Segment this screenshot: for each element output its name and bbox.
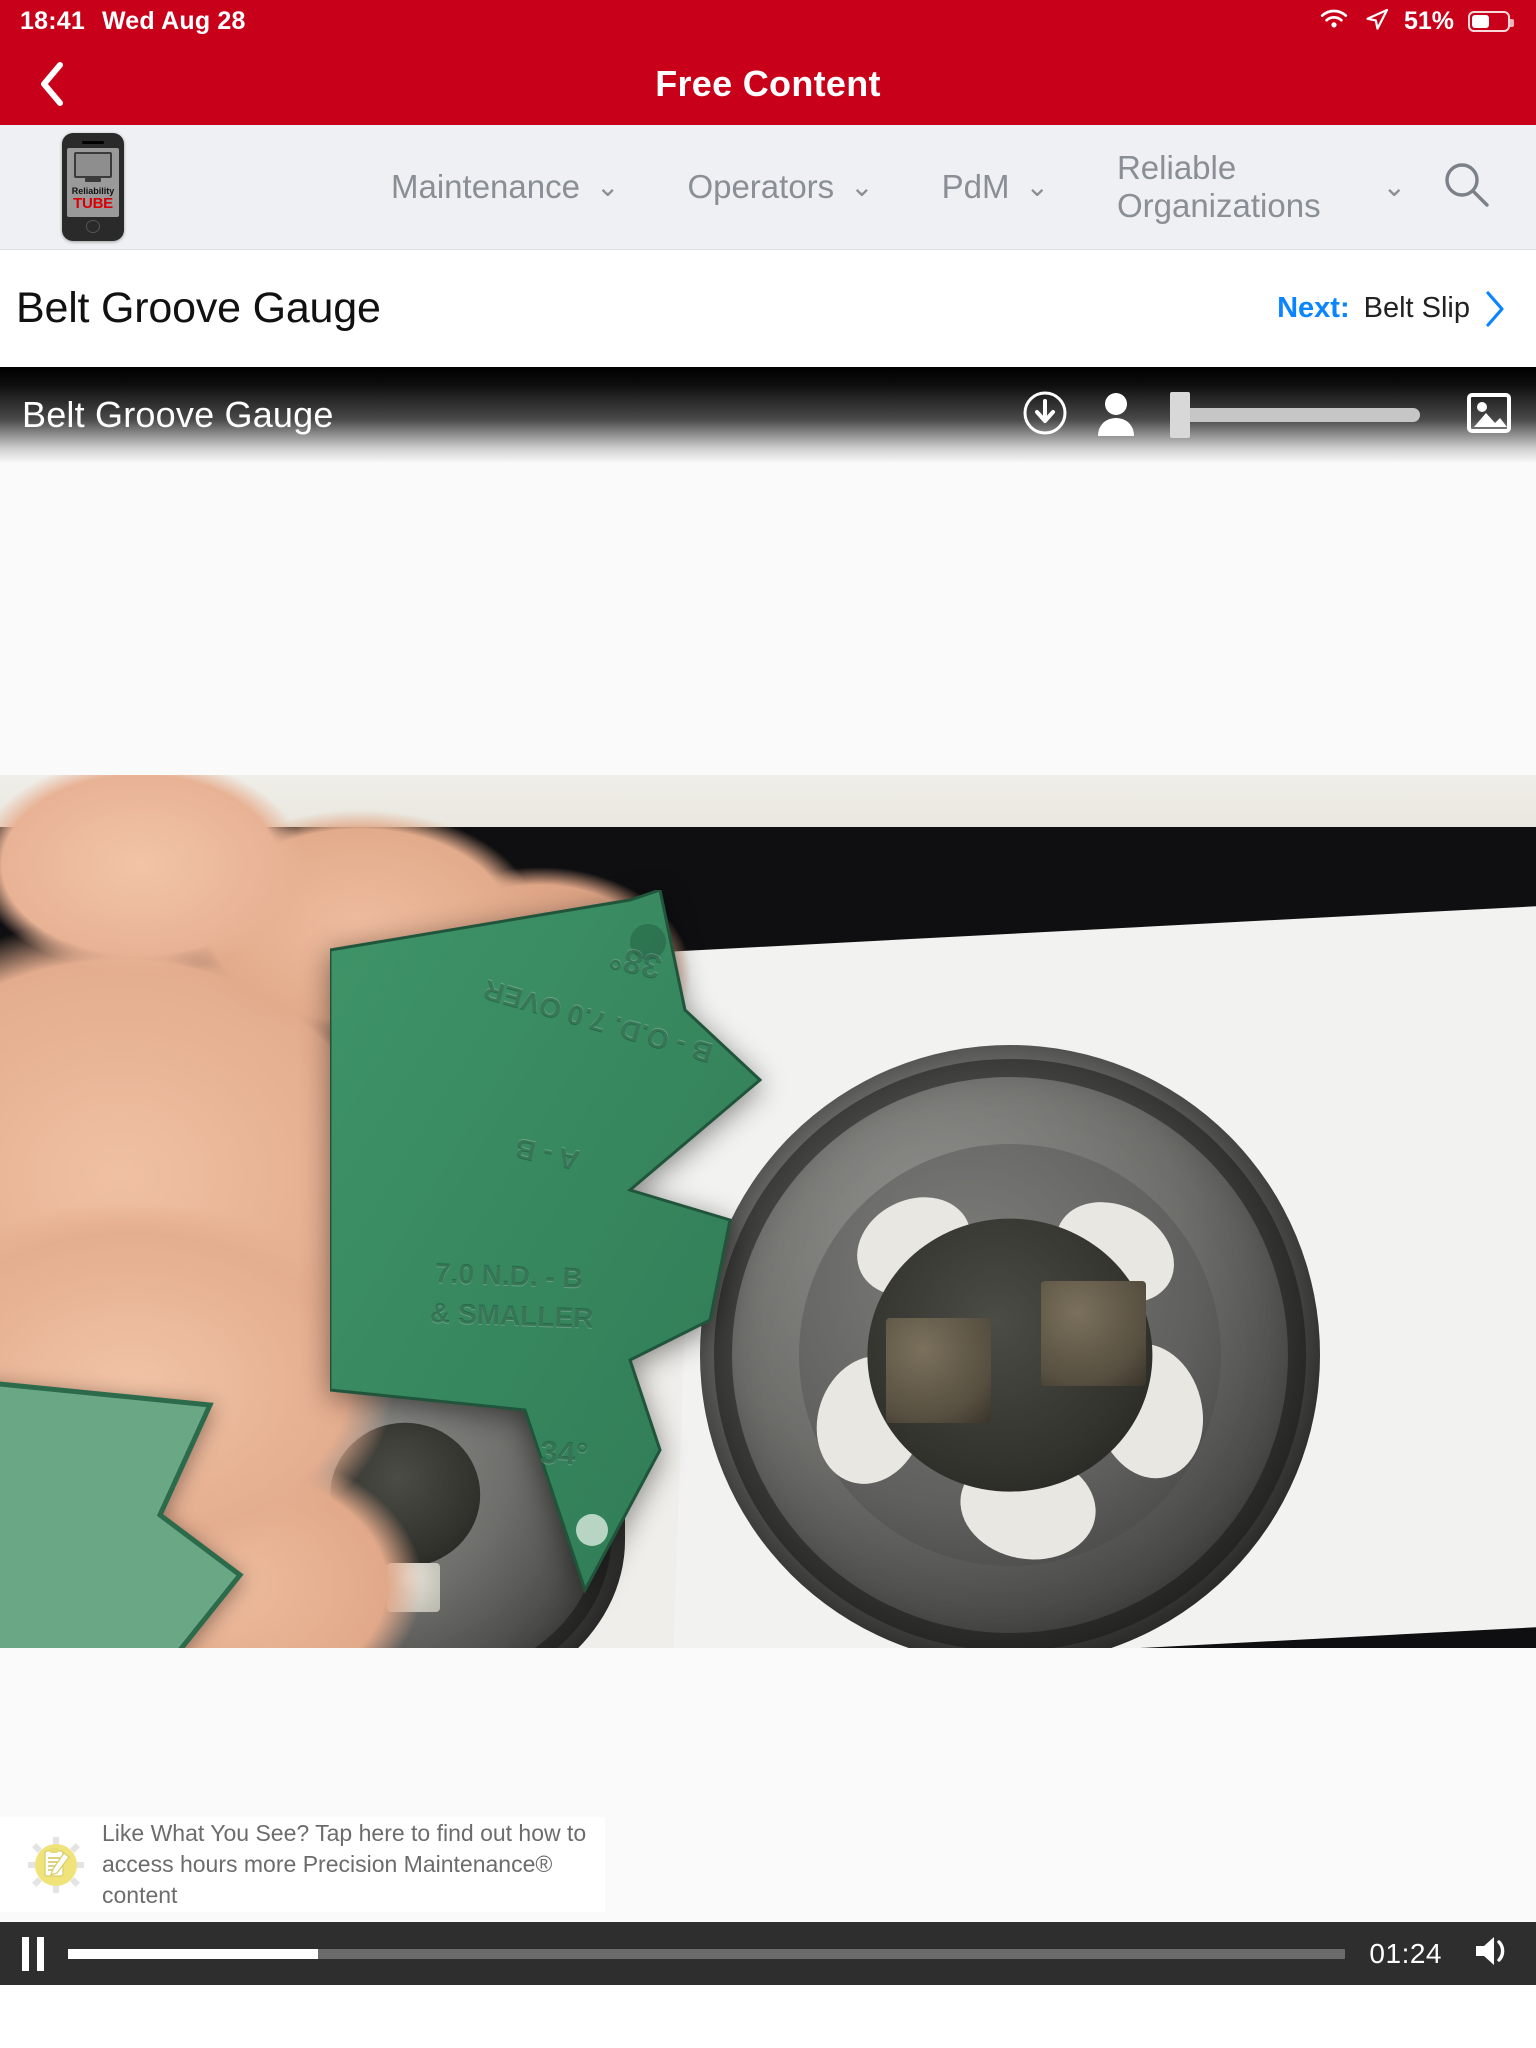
pause-bar-right (37, 1936, 44, 1971)
site-navigation: Reliability TUBE Maintenance ⌄ Operators… (0, 125, 1536, 250)
video-overlay-controls (1022, 390, 1512, 441)
chevron-left-icon (37, 61, 67, 107)
nav-item-label: Operators (687, 168, 835, 205)
phone-notch (82, 141, 104, 144)
nav-item-label: PdM (941, 168, 1010, 205)
chevron-right-icon (1484, 290, 1506, 328)
status-date: Wed Aug 28 (101, 6, 246, 35)
nav-item-label: Reliable Organizations (1116, 149, 1321, 224)
page-title: Belt Groove Gauge (16, 284, 381, 332)
video-title: Belt Groove Gauge (22, 394, 334, 435)
video-overlay-bar: Belt Groove Gauge (0, 367, 1536, 463)
player-controls: 01:24 (0, 1922, 1536, 1985)
chevron-down-icon: ⌄ (850, 171, 874, 202)
status-time: 18:41 (20, 6, 85, 35)
gauge-marking-34: 34° (539, 1433, 590, 1473)
nav-items: Maintenance ⌄ Operators ⌄ PdM ⌄ Reliable… (357, 149, 1440, 225)
status-bar-right: 51% (1318, 6, 1514, 36)
nav-item-reliable-organizations[interactable]: Reliable Organizations ⌄ (1083, 149, 1440, 225)
next-video-link[interactable]: Next: Belt Slip (1277, 290, 1506, 328)
content-title-row: Belt Groove Gauge Next: Belt Slip (0, 250, 1536, 367)
belt-groove-gauge-secondary (0, 1375, 330, 1648)
promo-banner[interactable]: Like What You See? Tap here to find out … (0, 1817, 605, 1912)
app-header: Free Content (0, 42, 1536, 125)
slider-track (1180, 408, 1420, 422)
logo-screen: Reliability TUBE (67, 147, 119, 218)
nav-item-operators[interactable]: Operators ⌄ (653, 168, 907, 206)
download-button[interactable] (1022, 390, 1068, 441)
progress-fill (68, 1948, 319, 1959)
chevron-down-icon: ⌄ (1025, 171, 1049, 202)
reliability-tube-logo[interactable]: Reliability TUBE (62, 133, 124, 241)
brightness-slider[interactable] (1170, 392, 1420, 438)
app-header-title: Free Content (655, 62, 881, 104)
next-label: Next: (1277, 292, 1350, 324)
image-icon (1466, 390, 1512, 441)
search-icon (1440, 162, 1494, 216)
video-frame: 38° B - O.D. 7.0 OVER A - B 7.0 N.D. - B… (0, 775, 1536, 1648)
battery-icon (1468, 10, 1514, 32)
promo-line-2: access hours more Precision Maintenance®… (102, 1851, 553, 1908)
video-player[interactable]: 38° B - O.D. 7.0 OVER A - B 7.0 N.D. - B… (0, 367, 1536, 1985)
chevron-down-icon: ⌄ (595, 171, 620, 202)
wifi-icon (1318, 7, 1350, 36)
phone-home-button (86, 220, 100, 233)
nav-item-maintenance[interactable]: Maintenance ⌄ (357, 168, 653, 206)
time-remaining: 01:24 (1369, 1937, 1442, 1969)
chevron-down-icon: ⌄ (1382, 171, 1406, 202)
progress-bar[interactable] (68, 1948, 1346, 1959)
promo-line-1: Like What You See? Tap here to find out … (102, 1820, 587, 1846)
next-title: Belt Slip (1363, 292, 1470, 324)
battery-percent: 51% (1403, 6, 1454, 35)
tv-icon (74, 151, 112, 178)
gauge-marking-nd-b: 7.0 N.D. - B (434, 1257, 584, 1294)
slider-knob[interactable] (1170, 392, 1190, 438)
nav-item-label: Maintenance (391, 168, 580, 205)
clipboard-gear-icon (28, 1836, 84, 1893)
search-button[interactable] (1440, 158, 1494, 217)
status-bar: 18:41 Wed Aug 28 51% (0, 0, 1536, 42)
download-circle-icon (1022, 390, 1068, 441)
volume-button[interactable] (1472, 1931, 1512, 1976)
set-screw (1041, 1280, 1147, 1386)
location-arrow-icon (1364, 7, 1390, 36)
volume-icon (1472, 1931, 1512, 1976)
back-button[interactable] (30, 61, 74, 107)
pause-button[interactable] (22, 1936, 44, 1971)
account-button[interactable] (1096, 390, 1136, 441)
nav-item-pdm[interactable]: PdM ⌄ (908, 168, 1083, 206)
promo-text: Like What You See? Tap here to find out … (102, 1818, 587, 1911)
belt-groove-gauge: 38° B - O.D. 7.0 OVER A - B 7.0 N.D. - B… (328, 888, 950, 1648)
person-icon (1096, 390, 1136, 441)
gauge-marking-smaller: & SMALLER (429, 1297, 594, 1334)
pause-bar-left (22, 1936, 29, 1971)
logo-line2: TUBE (73, 194, 113, 212)
image-quality-button[interactable] (1466, 390, 1512, 441)
status-bar-left: 18:41 Wed Aug 28 (20, 7, 246, 36)
